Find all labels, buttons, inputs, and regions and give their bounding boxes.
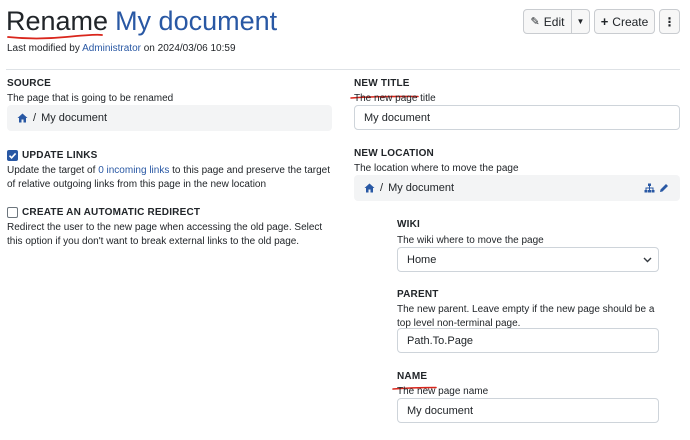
breadcrumb-separator: / bbox=[380, 182, 384, 194]
source-breadcrumb: / My document bbox=[7, 105, 332, 131]
source-hint: The page that is going to be renamed bbox=[7, 93, 174, 104]
create-button-label: Create bbox=[612, 14, 649, 29]
header-divider bbox=[6, 69, 680, 70]
wiki-hint: The wiki where to move the page bbox=[397, 235, 544, 246]
update-links-checkbox[interactable] bbox=[7, 150, 18, 161]
pencil-icon: ✎ bbox=[530, 16, 540, 28]
auto-redirect-hint: Redirect the user to the new page when a… bbox=[7, 222, 323, 247]
caret-down-icon: ▼ bbox=[576, 17, 585, 26]
new-title-hint: The new page title bbox=[354, 93, 436, 104]
update-links-label[interactable]: UPDATE LINKS bbox=[22, 150, 98, 161]
auto-redirect-label[interactable]: CREATE AN AUTOMATIC REDIRECT bbox=[22, 207, 200, 218]
parent-input[interactable]: Path.To.Page bbox=[397, 328, 659, 353]
plus-icon: + bbox=[600, 14, 609, 29]
name-input[interactable]: My document bbox=[397, 398, 659, 423]
name-hint: The new page name bbox=[397, 386, 489, 397]
title-annotation-underline bbox=[6, 32, 104, 40]
new-title-input[interactable]: My document bbox=[354, 105, 680, 130]
wiki-select[interactable]: Home bbox=[397, 247, 659, 272]
new-location-hint: The location where to move the page bbox=[354, 163, 519, 174]
more-actions-button[interactable]: ⋮ bbox=[659, 9, 680, 34]
incoming-links-link[interactable]: 0 incoming links bbox=[98, 165, 169, 176]
breadcrumb-page: My document bbox=[388, 182, 455, 194]
sitemap-icon[interactable] bbox=[644, 183, 655, 193]
page-title-document[interactable]: My document bbox=[115, 6, 277, 36]
last-modified-info: Last modified by Administrator on 2024/0… bbox=[7, 43, 236, 54]
update-links-hint-start: Update the target of bbox=[7, 165, 96, 176]
home-icon[interactable] bbox=[364, 183, 375, 193]
breadcrumb-page: My document bbox=[41, 112, 108, 124]
home-icon[interactable] bbox=[17, 113, 28, 123]
new-location-breadcrumb: / My document bbox=[354, 175, 680, 201]
edit-button[interactable]: ✎ Edit bbox=[523, 9, 572, 34]
meta-date: on 2024/03/06 10:59 bbox=[143, 43, 236, 54]
check-icon bbox=[8, 152, 17, 159]
new-location-label: NEW LOCATION bbox=[354, 148, 434, 159]
update-links-hint: Update the target of 0 incoming links to… bbox=[7, 164, 337, 192]
create-button[interactable]: + Create bbox=[594, 9, 655, 34]
wiki-select-value: Home bbox=[407, 253, 437, 266]
parent-label: PARENT bbox=[397, 289, 439, 300]
pencil-icon[interactable] bbox=[659, 183, 669, 193]
parent-hint: The new parent. Leave empty if the new p… bbox=[397, 304, 655, 329]
auto-redirect-checkbox[interactable] bbox=[7, 207, 18, 218]
name-annotation-underline bbox=[392, 378, 438, 390]
edit-button-label: Edit bbox=[543, 14, 565, 29]
author-link[interactable]: Administrator bbox=[82, 43, 141, 54]
breadcrumb-separator: / bbox=[33, 112, 37, 124]
source-label: SOURCE bbox=[7, 78, 51, 89]
vertical-ellipsis-icon: ⋮ bbox=[663, 14, 676, 29]
meta-prefix: Last modified by bbox=[7, 43, 80, 54]
edit-dropdown-toggle[interactable]: ▼ bbox=[571, 9, 590, 34]
wiki-label: WIKI bbox=[397, 219, 421, 230]
new-title-annotation-underline bbox=[350, 87, 420, 99]
chevron-down-icon bbox=[643, 257, 652, 263]
